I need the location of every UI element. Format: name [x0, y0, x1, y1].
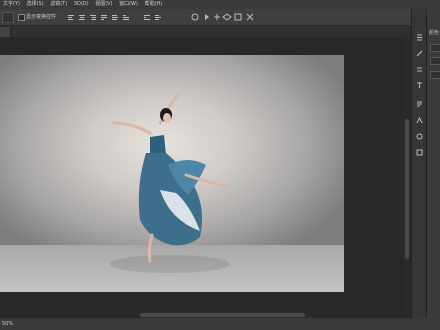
- document-tab[interactable]: [0, 27, 11, 37]
- menu-3d[interactable]: 3D(D): [74, 0, 89, 9]
- properties-icon[interactable]: [416, 149, 423, 156]
- panel-label: 颜色: [429, 30, 440, 36]
- options-bar: 显示变换控件: [0, 9, 440, 26]
- puppet-icon[interactable]: [416, 133, 423, 140]
- menu-bar: 文字(Y) 选择(S) 滤镜(T) 3D(D) 视图(V) 窗口(W) 帮助(H…: [0, 0, 440, 9]
- panel-swatch-1[interactable]: [430, 44, 440, 52]
- horizontal-scroll-thumb[interactable]: [140, 313, 305, 317]
- align-bottom-icon[interactable]: [122, 13, 129, 20]
- right-tool-strip: [411, 9, 427, 318]
- align-left-icon[interactable]: [67, 13, 74, 20]
- menu-filter[interactable]: 滤镜(T): [50, 0, 67, 9]
- menu-view[interactable]: 视图(V): [95, 0, 112, 9]
- character-icon[interactable]: [416, 117, 423, 124]
- paths-icon[interactable]: [416, 66, 423, 73]
- show-transform-controls-checkbox[interactable]: [18, 14, 25, 21]
- menu-help[interactable]: 帮助(H): [145, 0, 163, 9]
- menu-window[interactable]: 窗口(W): [119, 0, 138, 9]
- panel-swatch-3[interactable]: [430, 71, 440, 79]
- text-icon[interactable]: [416, 82, 423, 89]
- zoom-status: 50%: [2, 321, 14, 327]
- vertical-scrollbar[interactable]: [403, 37, 411, 312]
- document-tabs: [0, 26, 410, 37]
- vertical-scroll-thumb[interactable]: [405, 119, 409, 259]
- tool-preset-picker[interactable]: [2, 12, 14, 23]
- panel-swatch-2[interactable]: [430, 57, 440, 65]
- status-bar: 50%: [0, 318, 440, 330]
- brush-icon[interactable]: [416, 50, 423, 57]
- align-buttons: [67, 13, 165, 22]
- right-panel: 颜色: [426, 9, 440, 318]
- align-center-icon[interactable]: [78, 13, 85, 20]
- align-right-icon[interactable]: [89, 13, 96, 20]
- align-middle-icon[interactable]: [111, 13, 118, 20]
- align-top-icon[interactable]: [100, 13, 107, 20]
- show-transform-controls-label: 显示变换控件: [26, 14, 57, 20]
- distribute-center-icon[interactable]: [154, 13, 161, 20]
- dancer-figure: [112, 93, 232, 263]
- 3d-mode-icons[interactable]: [190, 13, 260, 23]
- paragraph-icon[interactable]: [416, 101, 423, 108]
- canvas-photo[interactable]: [0, 55, 344, 292]
- distribute-icon[interactable]: [143, 13, 150, 20]
- mixer-icon[interactable]: [416, 34, 423, 41]
- menu-text[interactable]: 文字(Y): [3, 0, 20, 9]
- menu-select[interactable]: 选择(S): [27, 0, 44, 9]
